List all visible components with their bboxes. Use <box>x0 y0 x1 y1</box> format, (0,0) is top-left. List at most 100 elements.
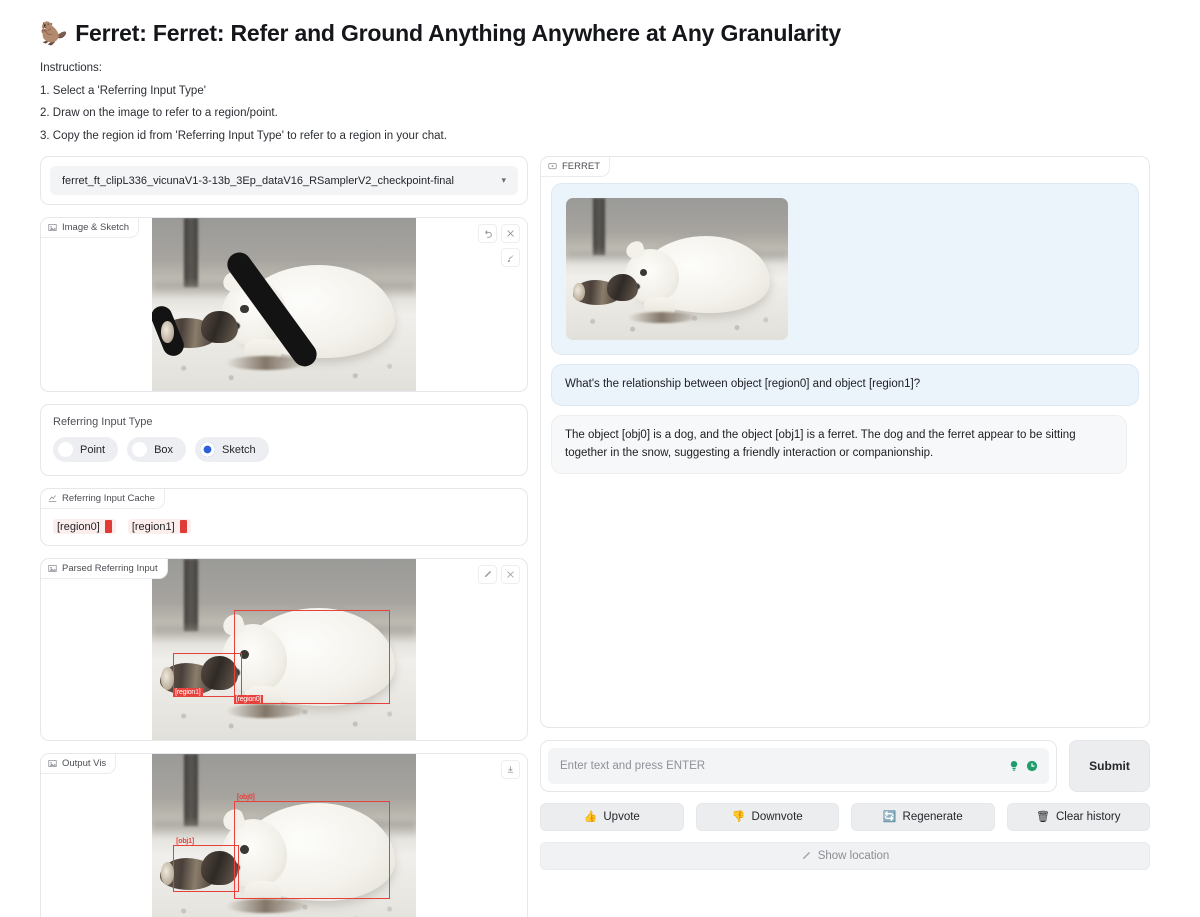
textbox-card: Enter text and press ENTER <box>540 740 1057 792</box>
bbox-region0: [region0] <box>233 609 390 704</box>
parsed-referring-input-canvas: [region1] [region0] <box>41 559 527 740</box>
parsed-referring-input-tools <box>478 565 520 584</box>
instructions-label: Instructions: <box>40 62 102 74</box>
upvote-button[interactable]: 👍 Upvote <box>540 803 684 831</box>
model-select-card: ferret_ft_clipL336_vicunaV1-3-13b_3Ep_da… <box>40 156 528 205</box>
chat-input-placeholder: Enter text and press ENTER <box>560 760 706 772</box>
bbox-region1: [region1] <box>173 653 242 697</box>
page-title: 🦫 Ferret: Ferret: Refer and Ground Anyth… <box>40 20 1160 47</box>
download-icon[interactable] <box>501 760 520 779</box>
bbox-obj0: [obj0] <box>233 794 390 899</box>
refresh-icon[interactable] <box>1025 759 1039 773</box>
bbox-obj1-label: [obj1] <box>176 837 194 845</box>
radio-box-label: Box <box>154 443 174 456</box>
bulb-icon[interactable] <box>1007 759 1021 773</box>
bbox-region1-label: [region1] <box>173 687 203 697</box>
image-sketch-canvas[interactable] <box>41 218 527 391</box>
chat-image-thumbnail[interactable] <box>566 198 788 340</box>
trash-icon: 🗑 <box>1035 810 1050 823</box>
downvote-button-label: Downvote <box>751 811 803 823</box>
chat-message-user: What's the relationship between object [… <box>551 364 1139 406</box>
region-chip-1-color-swatch <box>179 520 187 533</box>
image-icon <box>48 565 57 572</box>
radio-sketch-dot-icon <box>200 442 216 457</box>
model-select[interactable]: ferret_ft_clipL336_vicunaV1-3-13b_3Ep_da… <box>50 166 518 195</box>
page-title-text: Ferret: Ferret: Refer and Ground Anythin… <box>75 20 841 46</box>
image-sketch-panel[interactable]: Image & Sketch <box>40 217 528 392</box>
bbox-obj1: [obj1] <box>173 838 240 892</box>
photo-with-regions: [region1] [region0] <box>152 559 416 740</box>
pencil-icon <box>802 851 810 860</box>
close-icon[interactable] <box>501 565 520 584</box>
output-vis-tools <box>501 760 520 779</box>
output-vis-panel: Output Vis [obj1] [obj0] <box>40 753 528 917</box>
action-buttons: 👍 Upvote 👎 Downvote 🔄 Regenerate 🗑 Clear… <box>540 803 1150 831</box>
image-sketch-label-text: Image & Sketch <box>62 222 130 233</box>
output-vis-label: Output Vis <box>41 754 117 774</box>
image-icon <box>48 224 57 231</box>
clear-history-button[interactable]: 🗑 Clear history <box>1006 803 1150 831</box>
clear-history-button-label: Clear history <box>1055 811 1121 823</box>
app-root: 🦫 Ferret: Ferret: Refer and Ground Anyth… <box>0 0 1200 917</box>
instructions-block: Instructions: 1. Select a 'Referring Inp… <box>40 62 1160 142</box>
bbox-region0-label: [region0] <box>233 694 264 704</box>
image-sketch-tools <box>478 224 520 267</box>
referring-input-type-title: Referring Input Type <box>53 416 153 428</box>
chart-icon <box>48 495 57 502</box>
undo-icon[interactable] <box>478 224 497 243</box>
region-chip-1-label: [region1] <box>131 520 175 533</box>
thumbs-up-icon: 👍 <box>583 810 598 823</box>
chat-input-icons <box>1007 759 1039 773</box>
output-vis-label-text: Output Vis <box>62 758 107 769</box>
output-vis-canvas: [obj1] [obj0] <box>41 754 527 917</box>
chatbot-panel: FERRET What's the relationship between o… <box>540 156 1150 728</box>
bbox-obj0-label: [obj0] <box>236 794 255 802</box>
chevron-down-icon: ▾ <box>501 175 506 185</box>
chat-message-image <box>551 183 1139 355</box>
input-row: Enter text and press ENTER Submit <box>540 740 1150 792</box>
model-select-value: ferret_ft_clipL336_vicunaV1-3-13b_3Ep_da… <box>62 174 454 187</box>
thumbs-down-icon: 👎 <box>731 810 746 823</box>
regenerate-button-label: Regenerate <box>902 811 963 823</box>
referring-input-type-options: Point Box Sketch <box>53 437 515 462</box>
radio-sketch-label: Sketch <box>222 443 256 456</box>
chat-tab[interactable]: FERRET <box>541 157 610 177</box>
radio-point-label: Point <box>80 443 106 456</box>
image-icon <box>48 760 57 767</box>
parsed-referring-input-panel: Parsed Referring Input [region1] [region… <box>40 558 528 741</box>
region-chip-0-color-swatch <box>104 520 112 533</box>
radio-sketch[interactable]: Sketch <box>195 437 269 462</box>
chat-tab-label: FERRET <box>562 161 600 172</box>
chat-message-bot: The object [obj0] is a dog, and the obje… <box>551 414 1127 475</box>
close-icon[interactable] <box>501 224 520 243</box>
chat-input[interactable]: Enter text and press ENTER <box>548 748 1049 784</box>
parsed-referring-input-label: Parsed Referring Input <box>41 559 168 579</box>
instruction-step-2: 2. Draw on the image to refer to a regio… <box>40 107 278 119</box>
referring-input-type-card: Referring Input Type Point Box Sketch <box>40 404 528 476</box>
radio-box-dot-icon <box>132 442 148 457</box>
instruction-step-3: 3. Copy the region id from 'Referring In… <box>40 129 447 142</box>
left-column: ferret_ft_clipL336_vicunaV1-3-13b_3Ep_da… <box>40 156 528 917</box>
submit-button[interactable]: Submit <box>1069 740 1150 792</box>
show-location-button[interactable]: Show location <box>540 842 1150 870</box>
regenerate-icon: 🔄 <box>882 810 897 823</box>
downvote-button[interactable]: 👎 Downvote <box>695 803 839 831</box>
brush-icon[interactable] <box>501 248 520 267</box>
referring-input-cache-label: Referring Input Cache <box>41 489 165 509</box>
regenerate-button[interactable]: 🔄 Regenerate <box>851 803 995 831</box>
chat-messages[interactable]: What's the relationship between object [… <box>551 183 1139 717</box>
upvote-button-label: Upvote <box>603 811 640 823</box>
show-location-button-label: Show location <box>817 850 890 862</box>
radio-box[interactable]: Box <box>127 437 187 462</box>
edit-icon[interactable] <box>478 565 497 584</box>
chat-icon <box>548 163 557 170</box>
radio-point[interactable]: Point <box>53 437 119 462</box>
right-column: FERRET What's the relationship between o… <box>540 156 1150 870</box>
instruction-step-1: 1. Select a 'Referring Input Type' <box>40 84 206 97</box>
photo-with-sketch <box>152 218 416 391</box>
referring-input-cache-label-text: Referring Input Cache <box>62 493 155 504</box>
region-chip-1[interactable]: [region1] <box>127 519 191 534</box>
radio-point-dot-icon <box>58 442 73 457</box>
region-chip-0[interactable]: [region0] <box>53 519 116 534</box>
submit-button-label: Submit <box>1089 759 1130 773</box>
